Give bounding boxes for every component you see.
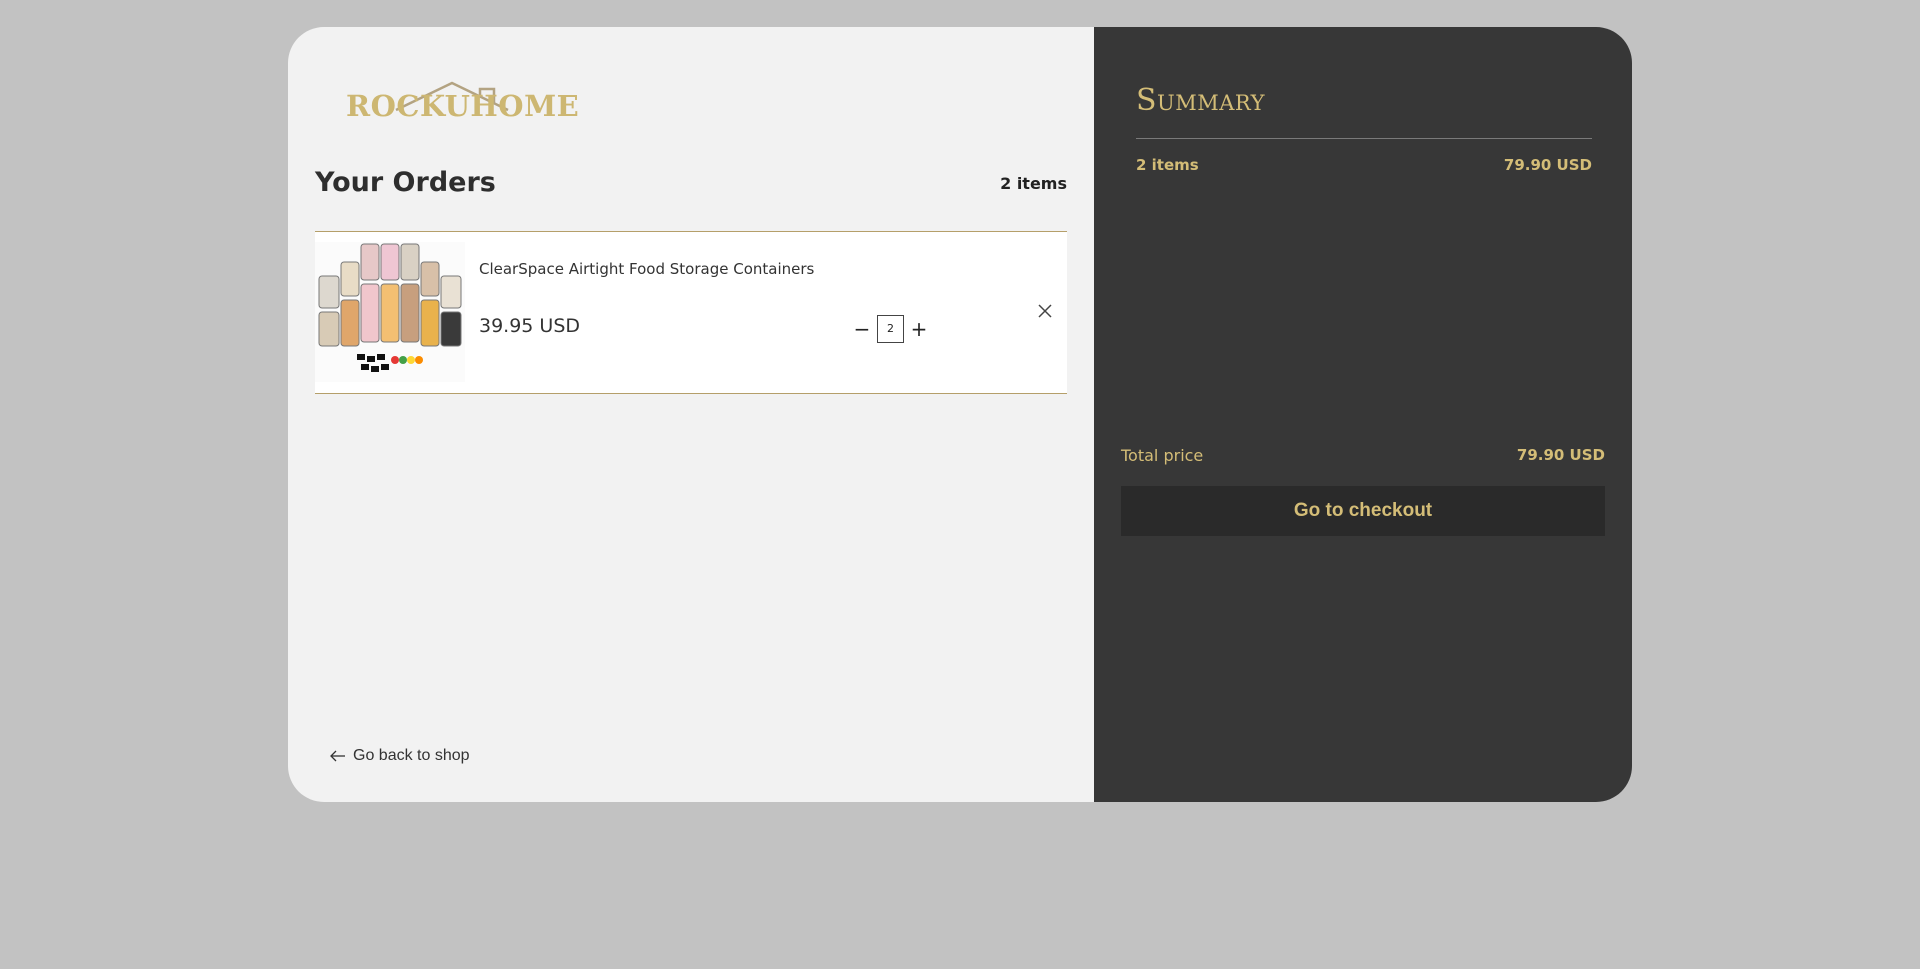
brand-logo-text: ROCKUHOME xyxy=(346,89,580,123)
orders-count: 2 items xyxy=(1000,174,1067,193)
decrease-quantity-button[interactable]: − xyxy=(851,316,873,342)
summary-items-amount: 79.90 USD xyxy=(1503,156,1592,174)
checkout-button[interactable]: Go to checkout xyxy=(1121,486,1605,536)
cart-card: ROCKUHOME Your Orders 2 items ClearSpace… xyxy=(288,27,1632,802)
total-price-label: Total price xyxy=(1121,446,1204,465)
total-price-value: 79.90 USD xyxy=(1516,446,1605,464)
product-image xyxy=(315,242,465,382)
back-to-shop-label: Go back to shop xyxy=(353,747,470,764)
orders-panel: ROCKUHOME Your Orders 2 items ClearSpace… xyxy=(288,27,1094,802)
back-to-shop-link[interactable]: Go back to shop xyxy=(330,747,470,765)
product-price: 39.95 USD xyxy=(479,315,581,337)
orders-title: Your Orders xyxy=(315,167,496,198)
summary-divider xyxy=(1136,138,1592,139)
summary-items-count: 2 items xyxy=(1136,156,1199,174)
quantity-field[interactable]: 2 xyxy=(877,315,904,343)
summary-title: Summary xyxy=(1136,83,1265,118)
quantity-stepper: − 2 + xyxy=(851,315,930,343)
arrow-left-icon xyxy=(330,750,345,762)
close-icon[interactable] xyxy=(1037,303,1053,319)
product-name[interactable]: ClearSpace Airtight Food Storage Contain… xyxy=(479,260,814,278)
increase-quantity-button[interactable]: + xyxy=(908,316,930,342)
order-item-row: ClearSpace Airtight Food Storage Contain… xyxy=(315,231,1067,394)
summary-panel: Summary 2 items 79.90 USD Total price 79… xyxy=(1094,27,1632,802)
